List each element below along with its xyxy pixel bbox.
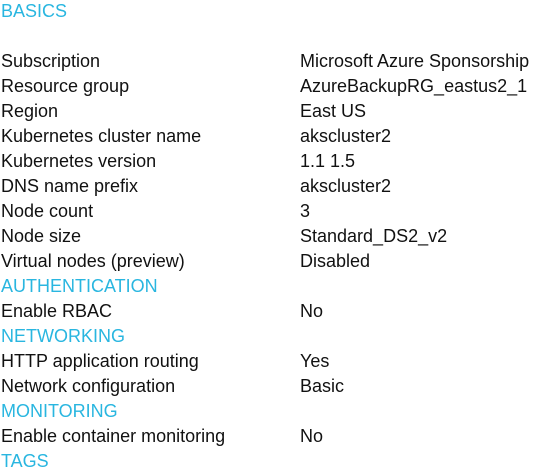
row-enable-rbac: Enable RBAC No (0, 300, 550, 325)
section-title-tags: TAGS (1, 451, 49, 471)
row-value: 3 (300, 201, 311, 221)
row-value: Disabled (300, 251, 371, 271)
row-label: Enable RBAC (1, 301, 113, 321)
row-value: akscluster2 (300, 176, 392, 196)
row-label: HTTP application routing (1, 351, 199, 371)
row-label: Subscription (1, 51, 101, 71)
row-subscription: Subscription Microsoft Azure Sponsorship (0, 50, 550, 75)
row-label: Region (1, 101, 59, 121)
row-label: Enable container monitoring (1, 426, 226, 446)
row-node-size: Node size Standard_DS2_v2 (0, 225, 550, 250)
row-value: akscluster2 (300, 126, 392, 146)
row-value: Basic (300, 376, 345, 396)
row-label: Virtual nodes (preview) (1, 251, 185, 271)
row-value: 1.1 1.5 (300, 151, 356, 171)
row-region: Region East US (0, 100, 550, 125)
review-summary: BASICS Subscription Microsoft Azure Spon… (0, 0, 550, 471)
row-label: Kubernetes version (1, 151, 157, 171)
row-value: No (300, 426, 324, 446)
section-title-networking: NETWORKING (1, 326, 125, 346)
section-title-basics: BASICS (1, 1, 68, 21)
row-resource-group: Resource group AzureBackupRG_eastus2_1 (0, 75, 550, 100)
row-value: Microsoft Azure Sponsorship (300, 51, 530, 71)
row-virtual-nodes: Virtual nodes (preview) Disabled (0, 250, 550, 275)
row-network-configuration: Network configuration Basic (0, 375, 550, 400)
row-label: Kubernetes cluster name (1, 126, 202, 146)
row-value: Standard_DS2_v2 (300, 226, 448, 246)
row-label: Network configuration (1, 376, 176, 396)
row-container-monitoring: Enable container monitoring No (0, 425, 550, 450)
section-title-authentication: AUTHENTICATION (1, 276, 158, 296)
row-node-count: Node count 3 (0, 200, 550, 225)
row-kubernetes-version: Kubernetes version 1.1 1.5 (0, 150, 550, 175)
row-value: Yes (300, 351, 330, 371)
row-label: Node count (1, 201, 94, 221)
row-label: Resource group (1, 76, 130, 96)
row-label: Node size (1, 226, 82, 246)
section-title-monitoring: MONITORING (1, 401, 118, 421)
row-value: East US (300, 101, 367, 121)
row-value: No (300, 301, 324, 321)
row-value: AzureBackupRG_eastus2_1 (300, 76, 528, 96)
row-cluster-name: Kubernetes cluster name akscluster2 (0, 125, 550, 150)
row-label: DNS name prefix (1, 176, 139, 196)
row-http-routing: HTTP application routing Yes (0, 350, 550, 375)
row-dns-prefix: DNS name prefix akscluster2 (0, 175, 550, 200)
